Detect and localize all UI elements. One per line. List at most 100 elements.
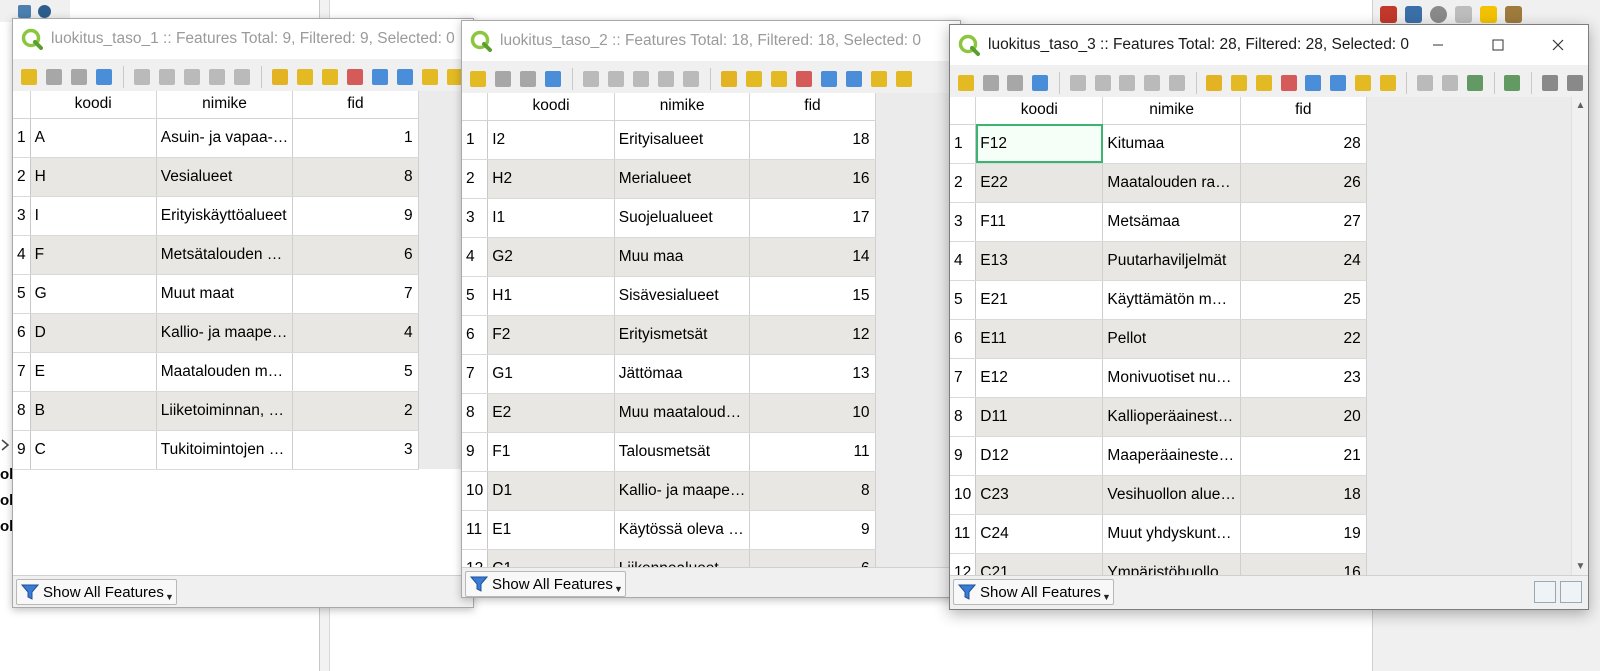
cell-fid[interactable]: 20 bbox=[1240, 397, 1367, 437]
select-by-expression-button[interactable] bbox=[268, 65, 292, 89]
row-number[interactable]: 12 bbox=[950, 553, 977, 575]
cell-koodi[interactable]: D12 bbox=[975, 436, 1104, 476]
table-row[interactable]: 4 G2 Muu maa 14 bbox=[462, 237, 960, 277]
scroll-down-arrow-icon[interactable]: ▼ bbox=[1572, 558, 1588, 575]
table-row[interactable]: 3 I1 Suojelualueet 17 bbox=[462, 198, 960, 238]
cell-fid[interactable]: 10 bbox=[749, 393, 876, 433]
reload-table-button[interactable] bbox=[1028, 71, 1052, 95]
show-all-features-button[interactable]: Show All Features ▼ bbox=[953, 579, 1114, 605]
add-feature-button[interactable] bbox=[579, 67, 603, 91]
table-row[interactable]: 7 E12 Monivuotiset nu… 23 bbox=[950, 358, 1571, 398]
cell-fid[interactable]: 19 bbox=[1240, 514, 1367, 554]
cell-nimike[interactable]: Merialueet bbox=[614, 159, 751, 199]
cell-koodi[interactable]: F2 bbox=[487, 315, 615, 355]
cell-fid[interactable]: 6 bbox=[292, 235, 419, 275]
toggle-editing-button[interactable] bbox=[954, 71, 978, 95]
cell-koodi[interactable]: D bbox=[30, 313, 157, 353]
table-row[interactable]: 9 D12 Maaperäaineste… 21 bbox=[950, 436, 1571, 476]
column-header-fid[interactable]: fid bbox=[292, 91, 419, 119]
form-view-icon[interactable] bbox=[1534, 581, 1556, 603]
cell-nimike[interactable]: Metsätalouden … bbox=[156, 235, 294, 275]
row-number[interactable]: 8 bbox=[13, 391, 31, 431]
cell-koodi[interactable]: E21 bbox=[975, 280, 1104, 320]
cell-fid[interactable]: 23 bbox=[1240, 358, 1367, 398]
cell-koodi[interactable]: E11 bbox=[975, 319, 1104, 359]
cell-koodi[interactable]: F12 bbox=[975, 124, 1104, 164]
cell-fid[interactable]: 28 bbox=[1240, 124, 1367, 164]
cell-fid[interactable]: 25 bbox=[1240, 280, 1367, 320]
invert-selection-button[interactable] bbox=[767, 67, 791, 91]
field-calculator-button[interactable] bbox=[1463, 71, 1487, 95]
row-number[interactable]: 7 bbox=[13, 352, 31, 392]
table-row[interactable]: 8 E2 Muu maataloud… 10 bbox=[462, 393, 960, 433]
column-header-nimike[interactable]: nimike bbox=[614, 93, 751, 121]
select-by-expression-button[interactable] bbox=[1203, 71, 1227, 95]
cell-koodi[interactable]: I1 bbox=[487, 198, 615, 238]
table-row[interactable]: 6 E11 Pellot 22 bbox=[950, 319, 1571, 359]
row-number[interactable]: 6 bbox=[13, 313, 31, 353]
cell-fid[interactable]: 16 bbox=[749, 159, 876, 199]
cell-nimike[interactable]: Erityismetsät bbox=[614, 315, 751, 355]
cell-koodi[interactable]: H bbox=[30, 157, 157, 197]
table-row[interactable]: 11 E1 Käytössä oleva … 9 bbox=[462, 510, 960, 550]
toggle-multi-edit-button[interactable] bbox=[979, 71, 1003, 95]
minimize-button[interactable] bbox=[1408, 25, 1468, 65]
cell-koodi[interactable]: D11 bbox=[975, 397, 1104, 437]
pan-map-to-selection-button[interactable] bbox=[867, 67, 891, 91]
row-number[interactable]: 5 bbox=[462, 276, 489, 316]
paste-button[interactable] bbox=[1165, 71, 1189, 95]
cell-nimike[interactable]: Asuin- ja vapaa-… bbox=[156, 118, 294, 158]
cell-nimike[interactable]: Muu maa bbox=[614, 237, 751, 277]
cell-fid[interactable]: 5 bbox=[292, 352, 419, 392]
layer-icon[interactable] bbox=[18, 5, 31, 18]
table-row[interactable]: 10 D1 Kallio- ja maape… 8 bbox=[462, 471, 960, 511]
cell-fid[interactable]: 16 bbox=[1240, 553, 1367, 575]
cell-koodi[interactable]: E12 bbox=[975, 358, 1104, 398]
table-row[interactable]: 11 C24 Muut yhdyskunt… 19 bbox=[950, 514, 1571, 554]
select-all-button[interactable] bbox=[293, 65, 317, 89]
cell-koodi[interactable]: E2 bbox=[487, 393, 615, 433]
deselect-all-button[interactable] bbox=[343, 65, 367, 89]
cell-fid[interactable]: 11 bbox=[749, 432, 876, 472]
attribute-grid[interactable]: koodi nimike fid 1 I2 Erityisalueet 18 2 H2 Me… bbox=[462, 93, 960, 575]
cell-nimike[interactable]: Talousmetsät bbox=[614, 432, 751, 472]
row-number[interactable]: 7 bbox=[462, 354, 489, 394]
add-feature-button[interactable] bbox=[1066, 71, 1090, 95]
save-edits-button[interactable] bbox=[67, 65, 91, 89]
cell-koodi[interactable]: F11 bbox=[975, 202, 1104, 242]
column-header-nimike[interactable]: nimike bbox=[156, 91, 294, 119]
cell-nimike[interactable]: Monivuotiset nu… bbox=[1102, 358, 1241, 398]
cut-button[interactable] bbox=[629, 67, 653, 91]
cell-koodi[interactable]: F bbox=[30, 235, 157, 275]
cell-fid[interactable]: 26 bbox=[1240, 163, 1367, 203]
settings-gear-icon[interactable] bbox=[1380, 6, 1397, 23]
table-row[interactable]: 1 I2 Erityisalueet 18 bbox=[462, 120, 960, 160]
cell-koodi[interactable]: E bbox=[30, 352, 157, 392]
reload-table-button[interactable] bbox=[541, 67, 565, 91]
cell-nimike[interactable]: Pellot bbox=[1102, 319, 1241, 359]
cell-nimike[interactable]: Suojelualueet bbox=[614, 198, 751, 238]
table-row[interactable]: 5 G Muut maat 7 bbox=[13, 274, 473, 314]
row-number[interactable]: 9 bbox=[462, 432, 489, 472]
cell-fid[interactable]: 27 bbox=[1240, 202, 1367, 242]
cell-fid[interactable]: 18 bbox=[749, 120, 876, 160]
table-row[interactable]: 1 F12 Kitumaa 28 bbox=[950, 124, 1571, 164]
row-number[interactable]: 3 bbox=[13, 196, 31, 236]
table-row[interactable]: 8 D11 Kallioperäainest… 20 bbox=[950, 397, 1571, 437]
copy-button[interactable] bbox=[1140, 71, 1164, 95]
window-titlebar[interactable]: luokitus_taso_2 :: Features Total: 18, F… bbox=[462, 21, 960, 61]
table-row[interactable]: 8 B Liiketoiminnan, … 2 bbox=[13, 391, 473, 431]
toggle-multi-edit-button[interactable] bbox=[42, 65, 66, 89]
cell-fid[interactable]: 8 bbox=[292, 157, 419, 197]
document-icon[interactable] bbox=[1455, 6, 1472, 23]
show-all-features-button[interactable]: Show All Features ▼ bbox=[16, 579, 177, 605]
cell-nimike[interactable]: Vesialueet bbox=[156, 157, 294, 197]
row-number[interactable]: 11 bbox=[462, 510, 489, 550]
row-number[interactable]: 2 bbox=[462, 159, 489, 199]
pan-map-to-selection-button[interactable] bbox=[418, 65, 442, 89]
row-number[interactable]: 11 bbox=[950, 514, 977, 554]
cut-button[interactable] bbox=[180, 65, 204, 89]
column-header-koodi[interactable]: koodi bbox=[487, 93, 615, 121]
table-row[interactable]: 2 H2 Merialueet 16 bbox=[462, 159, 960, 199]
python-icon[interactable] bbox=[1405, 6, 1422, 23]
